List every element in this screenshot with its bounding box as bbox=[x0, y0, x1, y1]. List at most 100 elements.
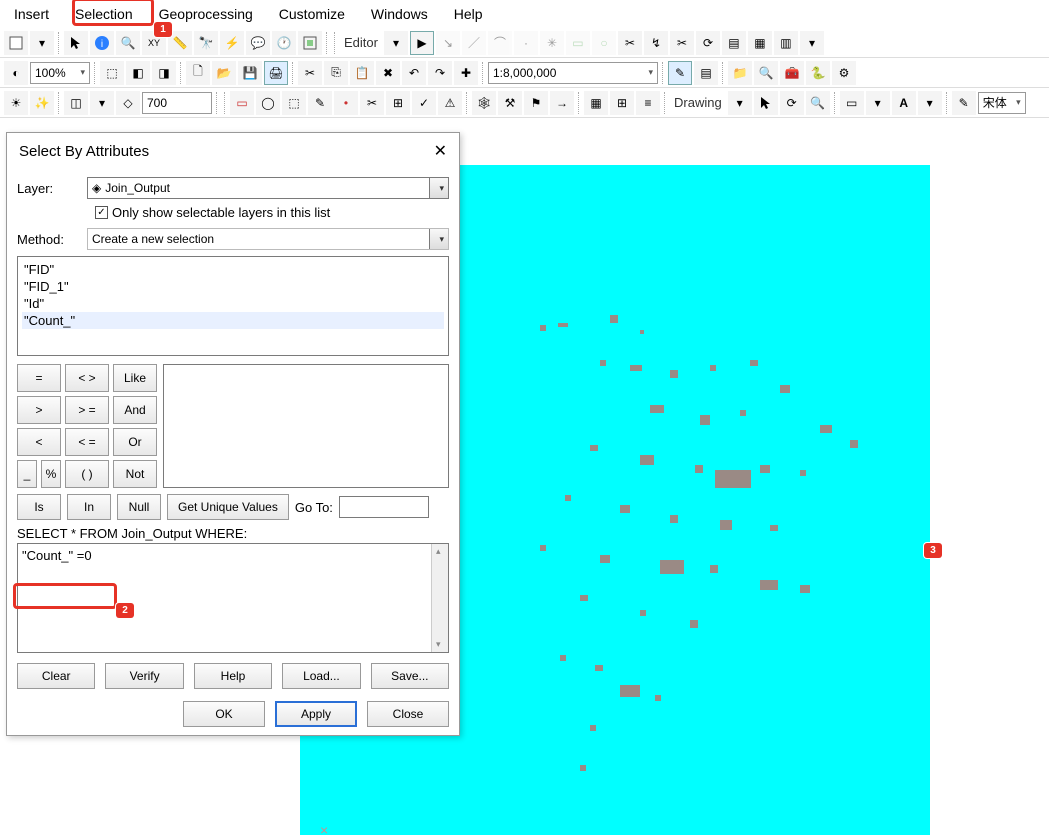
zoom-combo[interactable]: 100% bbox=[30, 62, 90, 84]
topology-split-icon[interactable]: ✂ bbox=[360, 91, 384, 115]
network-icon[interactable]: 🕸 bbox=[472, 91, 496, 115]
viewer-window-icon[interactable] bbox=[298, 31, 322, 55]
drawing-dropdown-icon[interactable]: ▾ bbox=[728, 91, 752, 115]
delete-icon[interactable]: ✖ bbox=[376, 61, 400, 85]
flicker-icon[interactable]: ◧ bbox=[126, 61, 150, 85]
arctoolbox-icon[interactable]: 🧰 bbox=[780, 61, 804, 85]
values-list[interactable] bbox=[163, 364, 449, 488]
op-percent[interactable]: % bbox=[41, 460, 61, 488]
op-underscore2[interactable]: _ bbox=[17, 460, 37, 488]
menu-insert[interactable]: Insert bbox=[10, 4, 53, 24]
ok-button[interactable]: OK bbox=[183, 701, 265, 727]
layer-transparency-icon[interactable]: ◨ bbox=[152, 61, 176, 85]
field-list[interactable]: "FID" "FID_1" "Id" "Count_" bbox=[17, 256, 449, 356]
op-and[interactable]: And bbox=[113, 396, 157, 424]
help-button[interactable]: Help bbox=[194, 663, 272, 689]
search-window-icon[interactable]: 🔍 bbox=[754, 61, 778, 85]
op-gte[interactable]: > = bbox=[65, 396, 109, 424]
font-combo[interactable]: 宋体 bbox=[978, 92, 1026, 114]
swipe-icon[interactable]: ⬚ bbox=[100, 61, 124, 85]
georef-link-icon[interactable]: ◇ bbox=[116, 91, 140, 115]
field-item-count[interactable]: "Count_" bbox=[22, 312, 444, 329]
edit-point-icon[interactable]: · bbox=[514, 31, 538, 55]
edit-circle-icon[interactable]: ○ bbox=[592, 31, 616, 55]
drawing-label[interactable]: Drawing bbox=[670, 95, 726, 110]
draw-rect-icon[interactable]: ▭ bbox=[840, 91, 864, 115]
edit-arc-icon[interactable]: ⌒ bbox=[488, 31, 512, 55]
field-item-fid[interactable]: "FID" bbox=[22, 261, 444, 278]
paste-icon[interactable]: 📋 bbox=[350, 61, 374, 85]
op-neq[interactable]: < > bbox=[65, 364, 109, 392]
op-or[interactable]: Or bbox=[113, 428, 157, 456]
info-icon[interactable]: i bbox=[90, 31, 114, 55]
georef-icon[interactable]: ◫ bbox=[64, 91, 88, 115]
op-not[interactable]: Not bbox=[113, 460, 157, 488]
layer-combo[interactable]: ◈ Join_Output bbox=[87, 177, 449, 199]
layout-align-icon[interactable]: ≡ bbox=[636, 91, 660, 115]
edit-reshape-icon[interactable]: ↯ bbox=[644, 31, 668, 55]
menu-help[interactable]: Help bbox=[450, 4, 487, 24]
editor-dropdown-icon[interactable]: ▾ bbox=[384, 31, 408, 55]
op-null[interactable]: Null bbox=[117, 494, 161, 520]
edit-rotate-icon[interactable]: ⟳ bbox=[696, 31, 720, 55]
edit-arrow-icon[interactable]: ▶ bbox=[410, 31, 434, 55]
load-button[interactable]: Load... bbox=[282, 663, 360, 689]
search-icon[interactable]: 🔍 bbox=[116, 31, 140, 55]
draw-rect-dropdown-icon[interactable]: ▾ bbox=[866, 91, 890, 115]
dropdown-icon[interactable]: ▾ bbox=[30, 31, 54, 55]
contrast-icon[interactable]: ◐ bbox=[4, 61, 28, 85]
save-button[interactable]: Save... bbox=[371, 663, 449, 689]
editor-toolbar-icon[interactable]: ✎ bbox=[668, 61, 692, 85]
save-icon[interactable]: 💾 bbox=[238, 61, 262, 85]
op-gt[interactable]: > bbox=[17, 396, 61, 424]
menu-geoprocessing[interactable]: Geoprocessing bbox=[155, 4, 257, 24]
html-popup-icon[interactable]: 💬 bbox=[246, 31, 270, 55]
redo-icon[interactable]: ↷ bbox=[428, 61, 452, 85]
op-is[interactable]: Is bbox=[17, 494, 61, 520]
edit-trace-icon[interactable]: ✳ bbox=[540, 31, 564, 55]
edit-split-icon[interactable]: ✂ bbox=[618, 31, 642, 55]
open-folder-icon[interactable]: 📂 bbox=[212, 61, 236, 85]
topology-select-icon[interactable]: ⬚ bbox=[282, 91, 306, 115]
op-eq[interactable]: = bbox=[17, 364, 61, 392]
layout-icon[interactable]: ▦ bbox=[584, 91, 608, 115]
undo-icon[interactable]: ↶ bbox=[402, 61, 426, 85]
network-flag-icon[interactable]: ⚑ bbox=[524, 91, 548, 115]
op-lte[interactable]: < = bbox=[65, 428, 109, 456]
method-combo[interactable]: Create a new selection bbox=[87, 228, 449, 250]
close-icon[interactable]: ✕ bbox=[434, 141, 447, 161]
copy-icon[interactable]: ⎘ bbox=[324, 61, 348, 85]
topology-validate-icon[interactable]: ✓ bbox=[412, 91, 436, 115]
sketch-props-icon[interactable]: ▦ bbox=[748, 31, 772, 55]
draw-zoom-icon[interactable]: 🔍 bbox=[806, 91, 830, 115]
brightness-icon[interactable]: ☀ bbox=[4, 91, 28, 115]
scale-combo[interactable]: 1:8,000,000 bbox=[488, 62, 658, 84]
field-item-fid1[interactable]: "FID_1" bbox=[22, 278, 444, 295]
print-icon[interactable]: 🖨 bbox=[264, 61, 288, 85]
op-like[interactable]: Like bbox=[113, 364, 157, 392]
topology-rect-icon[interactable]: ▭ bbox=[230, 91, 254, 115]
effects-icon[interactable]: ✨ bbox=[30, 91, 54, 115]
python-icon[interactable]: 🐍 bbox=[806, 61, 830, 85]
edit-cut-poly-icon[interactable]: ✂ bbox=[670, 31, 694, 55]
op-lt[interactable]: < bbox=[17, 428, 61, 456]
edit-more-icon[interactable]: ▾ bbox=[800, 31, 824, 55]
close-button[interactable]: Close bbox=[367, 701, 449, 727]
menu-customize[interactable]: Customize bbox=[275, 4, 349, 24]
only-selectable-checkbox[interactable]: ✓ bbox=[95, 206, 108, 219]
new-doc-icon[interactable]: 🗋 bbox=[186, 61, 210, 85]
time-slider-icon[interactable]: 🕐 bbox=[272, 31, 296, 55]
clear-button[interactable]: Clear bbox=[17, 663, 95, 689]
field-item-id[interactable]: "Id" bbox=[22, 295, 444, 312]
apply-button[interactable]: Apply bbox=[275, 701, 357, 727]
binoculars-icon[interactable]: 🔭 bbox=[194, 31, 218, 55]
attributes-icon[interactable]: ▤ bbox=[722, 31, 746, 55]
new-map-icon[interactable] bbox=[4, 31, 28, 55]
verify-button[interactable]: Verify bbox=[105, 663, 183, 689]
toc-icon[interactable]: ▤ bbox=[694, 61, 718, 85]
edit-vertex-icon[interactable]: ↘ bbox=[436, 31, 460, 55]
topology-edit-icon[interactable]: ✎ bbox=[308, 91, 332, 115]
topology-lasso-icon[interactable]: ◯ bbox=[256, 91, 280, 115]
modelbuilder-icon[interactable]: ⚙ bbox=[832, 61, 856, 85]
georef-dropdown-icon[interactable]: ▾ bbox=[90, 91, 114, 115]
